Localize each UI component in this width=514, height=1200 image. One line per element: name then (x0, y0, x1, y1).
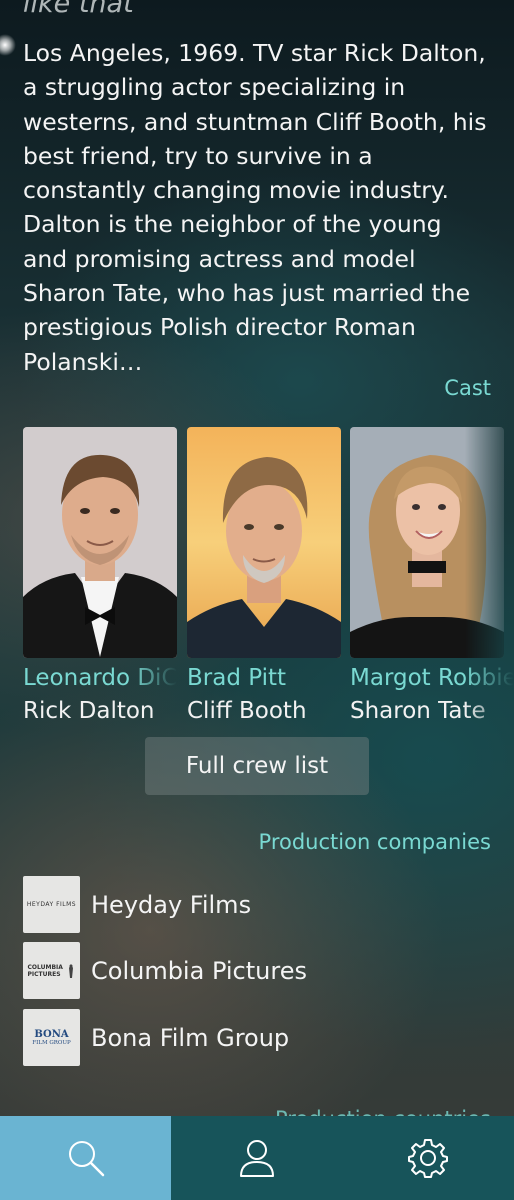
cast-actor-name: Leonardo DiCaprio (23, 665, 177, 691)
bottom-navigation (0, 1116, 514, 1200)
company-name: Columbia Pictures (91, 956, 307, 985)
production-companies-header: Production companies (258, 830, 491, 854)
cast-character-name: Sharon Tate (350, 698, 486, 724)
cast-character-name: Cliff Booth (187, 698, 307, 724)
company-item[interactable]: COLUMBIA PICTURES Columbia Pictures (23, 942, 307, 999)
settings-tab[interactable] (343, 1116, 514, 1200)
full-crew-list-button[interactable]: Full crew list (145, 737, 369, 795)
company-item[interactable]: HEYDAY FILMS Heyday Films (23, 876, 251, 933)
cast-card[interactable]: Brad Pitt Cliff Booth (187, 427, 341, 727)
cast-list[interactable]: Leonardo DiCaprio Rick Dalton (23, 427, 514, 727)
tagline: like that (23, 0, 134, 19)
columbia-pictures-logo: COLUMBIA PICTURES (23, 942, 80, 999)
person-icon (239, 1140, 274, 1177)
search-tab[interactable] (0, 1116, 171, 1200)
cast-photo-brad (187, 427, 341, 658)
cast-actor-name: Margot Robbie (350, 665, 514, 691)
cast-card[interactable]: Leonardo DiCaprio Rick Dalton (23, 427, 177, 727)
bona-film-group-logo: BONA FILM GROUP (23, 1009, 80, 1066)
cast-photo-margot (350, 427, 504, 658)
cast-actor-name: Brad Pitt (187, 665, 287, 691)
heyday-films-logo: HEYDAY FILMS (23, 876, 80, 933)
cast-header: Cast (444, 376, 491, 400)
company-name: Heyday Films (91, 890, 252, 919)
cast-photo-leonardo (23, 427, 177, 658)
profile-tab[interactable] (171, 1116, 343, 1200)
cast-card[interactable]: Margot Robbie Sharon Tate (350, 427, 514, 727)
company-item[interactable]: BONA FILM GROUP Bona Film Group (23, 1009, 289, 1066)
cast-character-name: Rick Dalton (23, 698, 155, 724)
search-icon (68, 1141, 104, 1177)
gear-icon (408, 1139, 449, 1178)
company-name: Bona Film Group (91, 1023, 290, 1052)
glow-indicator (0, 34, 16, 56)
movie-overview: Los Angeles, 1969. TV star Rick Dalton, … (23, 39, 487, 376)
